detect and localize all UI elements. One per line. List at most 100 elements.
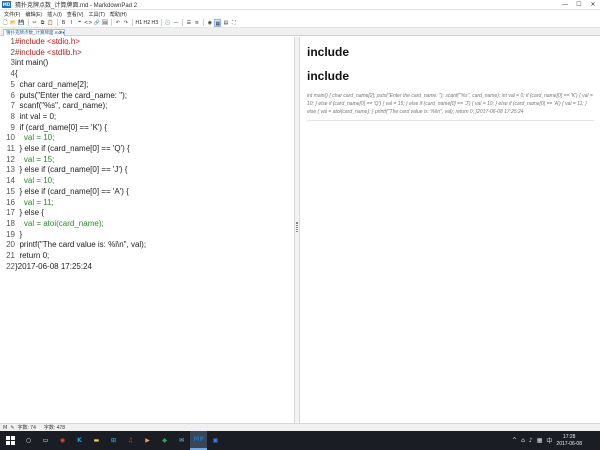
input-method-icon[interactable]: 中: [546, 436, 552, 445]
tray-expand-icon[interactable]: ^: [512, 437, 517, 444]
code-line[interactable]: 10 val = 10;: [3, 133, 292, 143]
network-icon[interactable]: ⌂: [521, 437, 525, 444]
preview-only-icon[interactable]: ▤: [222, 19, 229, 27]
undo-icon[interactable]: ↶: [114, 19, 121, 27]
edit-mode-icon[interactable]: ✎: [10, 425, 14, 431]
code-line[interactable]: 2 #include <stdlib.h>: [3, 48, 292, 58]
quote-icon[interactable]: ❝: [76, 19, 83, 27]
toolbar-separator: [182, 19, 184, 26]
code-line[interactable]: 11 } else if (card_name[0] == 'Q') {: [3, 144, 292, 154]
code-line[interactable]: 7 scanf("%s", card_name);: [3, 101, 292, 111]
horizontal-rule-icon[interactable]: —: [172, 19, 179, 27]
taskbar-mail[interactable]: ✉: [173, 431, 190, 450]
menu-view[interactable]: 查看(V): [66, 11, 85, 18]
code-icon[interactable]: <>: [84, 19, 92, 27]
preview-browser-icon[interactable]: ◉: [206, 19, 213, 27]
code-text: #include <stdlib.h>: [15, 47, 82, 57]
bold-icon[interactable]: B: [60, 19, 67, 27]
copy-icon[interactable]: ⧉: [39, 19, 46, 27]
toolbar: 🗋 📂 💾 ✂ ⧉ 📋 B I ❝ <> 🔗 🖼 ↶ ↷ H1 H2 H3 🕒 — ☰ ≡ ◉ ▦ ▤ ⛶: [0, 18, 600, 28]
taskbar-app-green[interactable]: ◆: [156, 431, 173, 450]
code-line[interactable]: 17 } else {: [3, 208, 292, 218]
menu-file[interactable]: 文件(F): [3, 11, 21, 18]
new-file-icon[interactable]: 🗋: [2, 19, 9, 27]
code-line[interactable]: 20 printf("The card value is: %i\n", val…: [3, 240, 292, 250]
heading-1-icon[interactable]: H1: [135, 19, 142, 27]
code-line[interactable]: 15 } else if (card_name[0] == 'A') {: [3, 187, 292, 197]
line-number: 13: [6, 165, 15, 175]
timestamp-icon[interactable]: 🕒: [164, 19, 171, 27]
code-line[interactable]: 19 }: [3, 230, 292, 240]
code-line[interactable]: 18 val = atoi(card_name);: [3, 219, 292, 229]
open-file-icon[interactable]: 📂: [10, 19, 17, 27]
taskbar-task-view[interactable]: ▭: [37, 431, 54, 450]
code-text: } else if (card_name[0] == 'J') {: [15, 165, 128, 175]
fullscreen-icon[interactable]: ⛶: [230, 19, 237, 27]
heading-3-icon[interactable]: H3: [151, 19, 158, 27]
line-number: 14: [6, 176, 15, 186]
markdown-mode-icon[interactable]: M: [3, 425, 7, 431]
maximize-button[interactable]: ☐: [572, 0, 586, 10]
code-line[interactable]: 12 val = 15;: [3, 155, 292, 165]
taskbar-media-player[interactable]: ▶: [139, 431, 156, 450]
menu-edit[interactable]: 编辑(E): [24, 11, 43, 18]
code-text: return 0;: [15, 251, 50, 260]
splitter-grip[interactable]: [296, 222, 298, 232]
taskbar-app-blue[interactable]: ▣: [207, 431, 224, 450]
hyperlink-icon[interactable]: 🔗: [93, 19, 100, 27]
image-icon[interactable]: 🖼: [101, 19, 108, 27]
italic-icon[interactable]: I: [68, 19, 75, 27]
code-line[interactable]: 6 puts("Enter the card_name: ");: [3, 91, 292, 101]
code-line[interactable]: 3 int main(): [3, 58, 292, 68]
menu-help[interactable]: 帮助(H): [109, 11, 128, 18]
document-tab[interactable]: 猜扑克牌点数_计算牌面.md ● ✕: [3, 29, 65, 36]
toolbar-separator: [203, 19, 205, 26]
code-line[interactable]: 5 char card_name[2];: [3, 80, 292, 90]
markdown-editor[interactable]: 1 #include <stdio.h> 2 #include <stdlib.h> 3…: [3, 37, 292, 423]
start-button[interactable]: [0, 431, 20, 450]
code-line[interactable]: 13 } else if (card_name[0] == 'J') {: [3, 165, 292, 175]
line-number: 21: [6, 251, 15, 260]
code-line[interactable]: 4{: [3, 69, 292, 79]
code-line[interactable]: 16 val = 11;: [3, 198, 292, 208]
line-number: 2: [10, 47, 15, 57]
code-line[interactable]: 21 return 0;: [3, 251, 292, 261]
taskbar-file-explorer[interactable]: ▬: [88, 431, 105, 450]
word-count: 字数: 74: [17, 425, 36, 431]
menu-bar: 文件(F) 编辑(E) 插入(I) 查看(V) 工具(T) 帮助(H): [0, 10, 600, 18]
taskbar-clock[interactable]: 17:28 2017-06-08: [556, 434, 582, 448]
save-file-icon[interactable]: 💾: [18, 19, 25, 27]
taskbar-search[interactable]: ○: [20, 431, 37, 450]
code-line[interactable]: 22}2017-06-08 17:25:24: [3, 262, 292, 272]
taskbar-store[interactable]: ⊞: [105, 431, 122, 450]
pane-splitter[interactable]: [294, 37, 300, 423]
code-text: val = 11;: [15, 197, 54, 207]
search-icon: ○: [25, 436, 32, 444]
taskbar-markdownpad[interactable]: MP: [190, 431, 207, 450]
ordered-list-icon[interactable]: ≡: [193, 19, 200, 27]
taskbar-visual-studio[interactable]: K: [71, 431, 88, 450]
paste-icon[interactable]: 📋: [47, 19, 54, 27]
taskbar-netease-music[interactable]: ♫: [122, 431, 139, 450]
unordered-list-icon[interactable]: ☰: [185, 19, 192, 27]
redo-icon[interactable]: ↷: [122, 19, 129, 27]
code-line[interactable]: 1 #include <stdio.h>: [3, 37, 292, 47]
line-number: 17: [6, 208, 15, 218]
volume-icon[interactable]: ♪: [529, 437, 533, 444]
tab-close-icon[interactable]: ✕: [59, 30, 63, 36]
keyboard-icon[interactable]: ▦: [537, 437, 543, 444]
menu-insert[interactable]: 插入(I): [46, 11, 63, 18]
heading-2-icon[interactable]: H2: [143, 19, 150, 27]
code-line[interactable]: 9 if (card_name[0] == 'K') {: [3, 123, 292, 133]
minimize-button[interactable]: —: [558, 0, 572, 10]
menu-tools[interactable]: 工具(T): [87, 11, 105, 18]
windows-taskbar: ○ ▭ ◉ K ▬ ⊞ ♫ ▶ ◆ ✉ MP ▣ ^ ⌂ ♪ ▦ 中 17:28 2017-06-08: [0, 431, 600, 450]
toggle-preview-icon[interactable]: ▦: [214, 18, 222, 27]
code-line[interactable]: 8 int val = 0;: [3, 112, 292, 122]
app-blue-icon: ▣: [212, 436, 219, 444]
cut-icon[interactable]: ✂: [31, 19, 38, 27]
close-button[interactable]: ✕: [586, 0, 600, 10]
line-number: 15: [6, 186, 15, 196]
taskbar-chrome[interactable]: ◉: [54, 431, 71, 450]
code-line[interactable]: 14 val = 10;: [3, 176, 292, 186]
